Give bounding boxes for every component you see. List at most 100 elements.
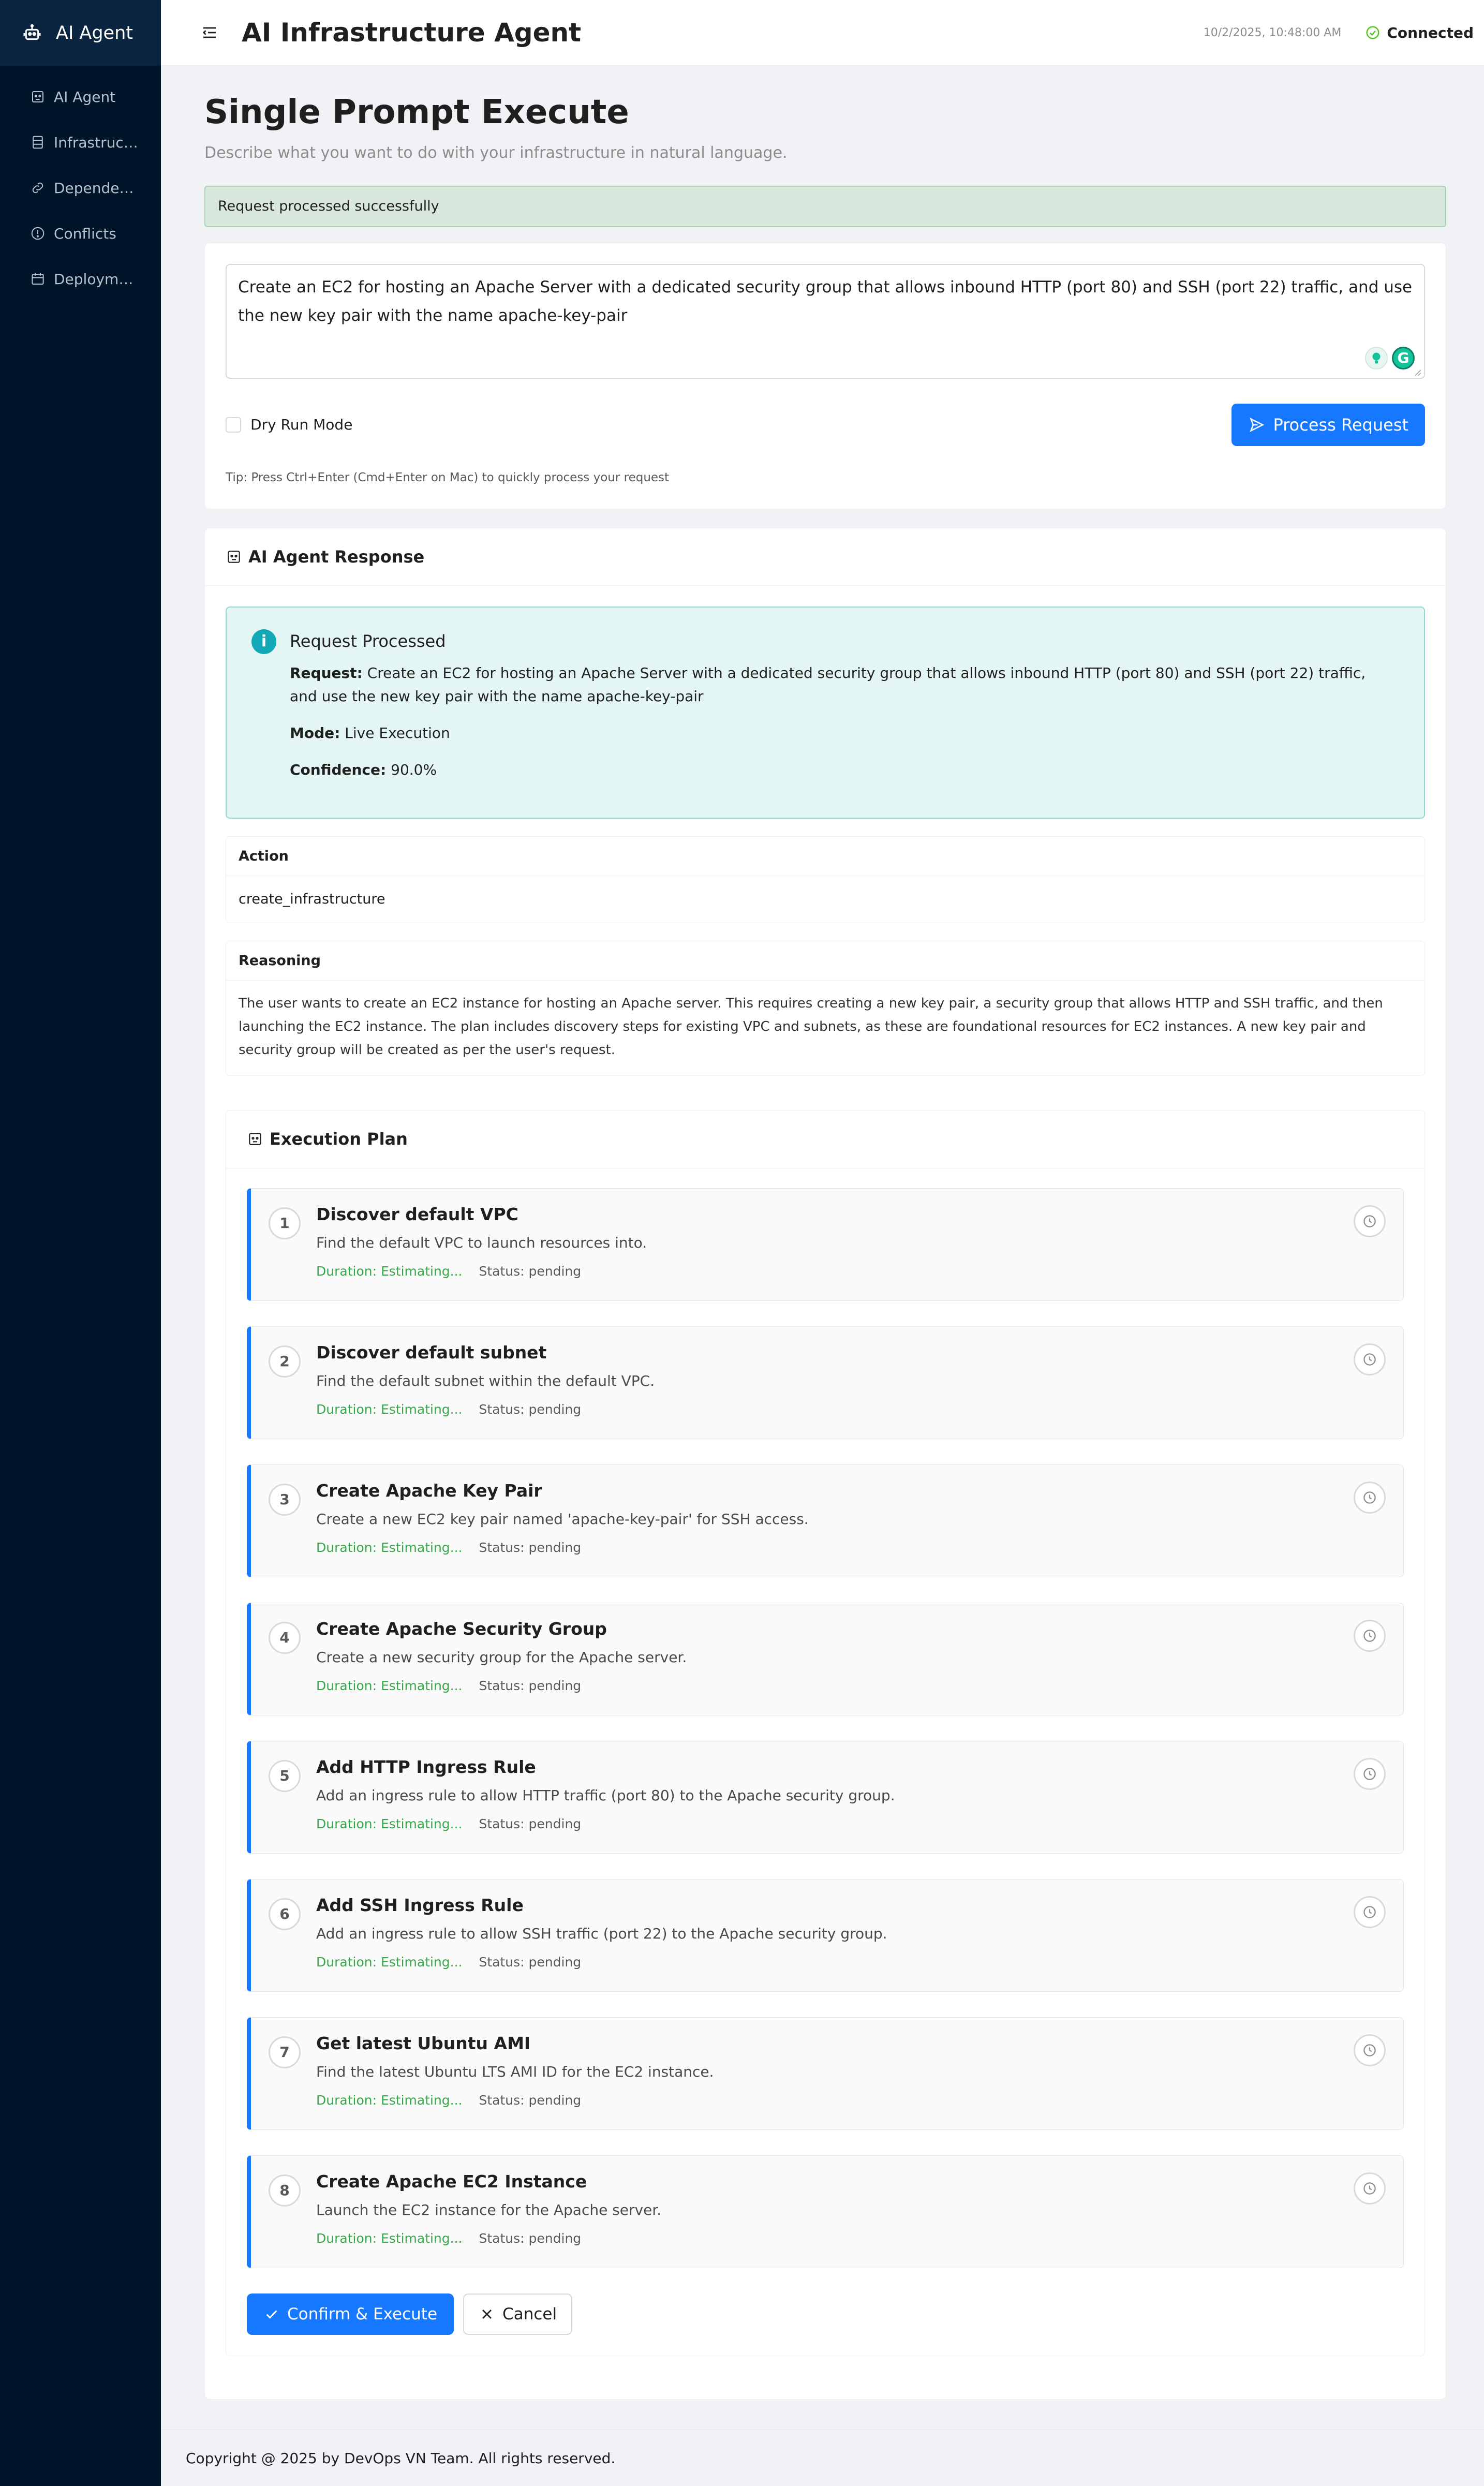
step-duration: Duration: Estimating... bbox=[316, 1816, 463, 1831]
clock-icon bbox=[1354, 1896, 1386, 1928]
step-number: 1 bbox=[269, 1207, 301, 1239]
dry-run-label[interactable]: Dry Run Mode bbox=[250, 416, 352, 433]
clock-icon bbox=[1354, 1343, 1386, 1375]
sidebar-menu: AI Agent Infrastruct... Dependenc... Con… bbox=[0, 66, 161, 302]
step-number: 8 bbox=[269, 2174, 301, 2207]
response-header: AI Agent Response bbox=[205, 528, 1446, 586]
step-number: 3 bbox=[269, 1483, 301, 1516]
step-title: Create Apache Key Pair bbox=[316, 1480, 542, 1501]
reasoning-value: The user wants to create an EC2 instance… bbox=[239, 995, 1383, 1058]
clock-icon bbox=[1354, 1757, 1386, 1790]
step-status: Status: pending bbox=[479, 2230, 582, 2246]
sidebar-item-dependencies[interactable]: Dependenc... bbox=[0, 165, 161, 211]
step-title: Create Apache Security Group bbox=[316, 1618, 607, 1639]
sidebar: AI Agent AI Agent Infrastruct... Depende… bbox=[0, 0, 161, 2486]
reasoning-section: Reasoning The user wants to create an EC… bbox=[226, 940, 1425, 1076]
action-label: Action bbox=[226, 837, 1424, 876]
response-body: i Request Processed Request: Create an E… bbox=[205, 586, 1446, 2356]
connection-status: Connected bbox=[1387, 24, 1474, 41]
grammarly-widget[interactable]: G bbox=[1361, 346, 1415, 369]
dry-run-checkbox[interactable] bbox=[226, 417, 241, 433]
sidebar-item-ai-agent[interactable]: AI Agent bbox=[0, 74, 161, 120]
process-request-button[interactable]: Process Request bbox=[1231, 403, 1425, 446]
confidence-line: Confidence: 90.0% bbox=[290, 758, 1424, 781]
confirm-execute-button[interactable]: Confirm & Execute bbox=[247, 2293, 454, 2335]
action-value: create_infrastructure bbox=[239, 891, 385, 908]
step-number: 4 bbox=[269, 1621, 301, 1654]
grammarly-icon[interactable]: G bbox=[1392, 346, 1415, 369]
request-info-box: i Request Processed Request: Create an E… bbox=[226, 606, 1425, 819]
sidebar-item-conflicts[interactable]: Conflicts bbox=[0, 211, 161, 256]
success-alert: Request processed successfully bbox=[204, 185, 1446, 227]
clock-icon bbox=[1354, 1619, 1386, 1652]
step-title: Add HTTP Ingress Rule bbox=[316, 1756, 536, 1777]
step-meta: Duration: Estimating... Status: pending bbox=[316, 1816, 581, 1831]
send-icon bbox=[1250, 417, 1265, 432]
prompt-text-value: Create an EC2 for hosting an Apache Serv… bbox=[238, 277, 1413, 325]
execution-plan: Execution Plan 1 Discover default VPC Find… bbox=[226, 1109, 1425, 2356]
step-title: Discover default VPC bbox=[316, 1204, 518, 1224]
resize-grip-icon[interactable] bbox=[1414, 368, 1421, 376]
sidebar-item-deployments[interactable]: Deploymen... bbox=[0, 256, 161, 302]
alert-circle-icon bbox=[31, 227, 44, 240]
step-meta: Duration: Estimating... Status: pending bbox=[316, 1678, 581, 1693]
sidebar-item-label: Conflicts bbox=[54, 225, 116, 242]
reasoning-label: Reasoning bbox=[226, 941, 1424, 981]
success-alert-message: Request processed successfully bbox=[218, 198, 439, 215]
step-duration: Duration: Estimating... bbox=[316, 1263, 463, 1279]
plan-step: 1 Discover default VPC Find the default VP… bbox=[247, 1188, 1404, 1301]
check-circle-icon bbox=[1366, 26, 1379, 39]
prompt-card: Create an EC2 for hosting an Apache Serv… bbox=[204, 242, 1446, 509]
step-meta: Duration: Estimating... Status: pending bbox=[316, 2231, 581, 2246]
sidebar-item-infrastructure[interactable]: Infrastruct... bbox=[0, 120, 161, 165]
top-header: AI Infrastructure Agent 10/2/2025, 10:48… bbox=[161, 0, 1484, 66]
step-duration: Duration: Estimating... bbox=[316, 1678, 463, 1693]
mode-value: Live Execution bbox=[345, 724, 450, 742]
confidence-value: 90.0% bbox=[391, 761, 437, 778]
robot-logo-icon bbox=[23, 24, 41, 40]
step-meta: Duration: Estimating... Status: pending bbox=[316, 2093, 581, 2108]
step-duration: Duration: Estimating... bbox=[316, 1954, 463, 1970]
lightbulb-icon[interactable] bbox=[1365, 346, 1388, 369]
step-description: Find the latest Ubuntu LTS AMI ID for th… bbox=[316, 2063, 714, 2080]
header-title: AI Infrastructure Agent bbox=[242, 18, 581, 48]
step-status: Status: pending bbox=[479, 1954, 582, 1970]
step-status: Status: pending bbox=[479, 1263, 582, 1279]
plan-step: 8 Create Apache EC2 Instance Launch the EC… bbox=[247, 2155, 1404, 2268]
prompt-textarea[interactable]: Create an EC2 for hosting an Apache Serv… bbox=[226, 263, 1425, 379]
clock-icon bbox=[1354, 2172, 1386, 2204]
calendar-icon bbox=[32, 273, 44, 285]
cancel-button[interactable]: Cancel bbox=[463, 2293, 573, 2335]
clock-icon bbox=[1354, 2034, 1386, 2066]
menu-fold-icon[interactable] bbox=[200, 23, 219, 42]
step-number: 6 bbox=[269, 1898, 301, 1930]
plan-step: 2 Discover default subnet Find the default… bbox=[247, 1326, 1404, 1439]
page-description: Describe what you want to do with your i… bbox=[204, 143, 788, 162]
request-line: Request: Create an EC2 for hosting an Ap… bbox=[290, 661, 1424, 708]
step-description: Find the default VPC to launch resources… bbox=[316, 1234, 647, 1251]
step-description: Add an ingress rule to allow HTTP traffi… bbox=[316, 1786, 895, 1804]
header-timestamp: 10/2/2025, 10:48:00 AM bbox=[1203, 26, 1342, 39]
sidebar-item-label: Dependenc... bbox=[54, 179, 139, 197]
sidebar-brand[interactable]: AI Agent bbox=[0, 0, 161, 66]
response-title: AI Agent Response bbox=[248, 546, 425, 567]
clock-icon bbox=[1354, 1481, 1386, 1514]
keyboard-tip: Tip: Press Ctrl+Enter (Cmd+Enter on Mac)… bbox=[226, 470, 670, 484]
step-status: Status: pending bbox=[479, 1540, 582, 1555]
robot-icon bbox=[228, 551, 240, 563]
plan-step: 6 Add SSH Ingress Rule Add an ingress rule… bbox=[247, 1878, 1404, 1992]
prompt-controls: Dry Run Mode Process Request bbox=[226, 403, 1425, 446]
plan-step: 7 Get latest Ubuntu AMI Find the latest Ub… bbox=[247, 2017, 1404, 2130]
step-status: Status: pending bbox=[479, 1816, 582, 1831]
step-status: Status: pending bbox=[479, 2092, 582, 2108]
sidebar-item-label: AI Agent bbox=[54, 88, 116, 106]
info-title: Request Processed bbox=[290, 631, 446, 651]
step-title: Discover default subnet bbox=[316, 1342, 547, 1363]
clock-icon bbox=[1354, 1205, 1386, 1237]
step-title: Add SSH Ingress Rule bbox=[316, 1895, 524, 1915]
step-meta: Duration: Estimating... Status: pending bbox=[316, 1955, 581, 1970]
step-duration: Duration: Estimating... bbox=[316, 2230, 463, 2246]
confirm-execute-label: Confirm & Execute bbox=[287, 2304, 438, 2324]
request-label: Request: bbox=[290, 664, 363, 682]
action-section: Action create_infrastructure bbox=[226, 836, 1425, 923]
